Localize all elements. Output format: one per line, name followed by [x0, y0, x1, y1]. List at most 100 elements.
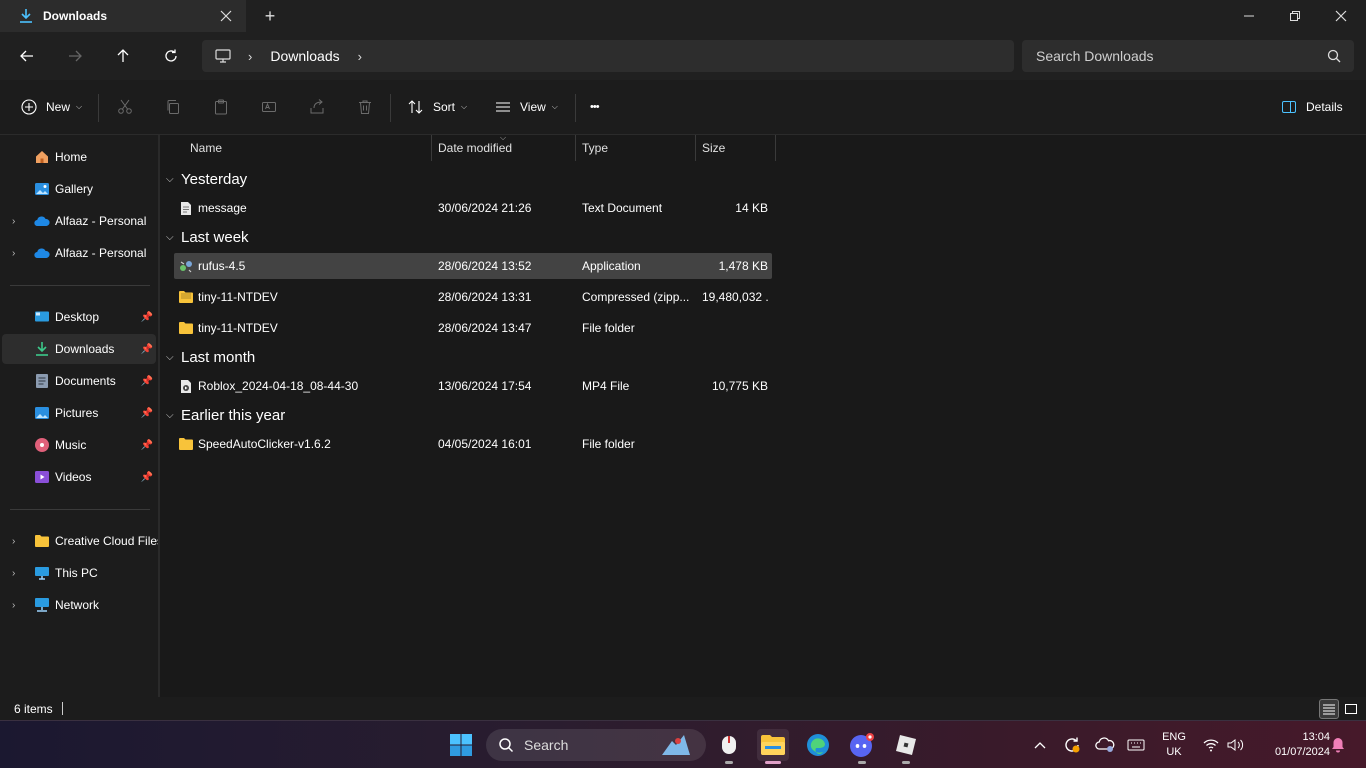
- file-row[interactable]: rufus-4.5 28/06/2024 13:52 Application 1…: [174, 253, 772, 279]
- details-button[interactable]: Details: [1280, 94, 1343, 120]
- file-row[interactable]: Roblox_2024-04-18_08-44-30 13/06/2024 17…: [174, 373, 772, 399]
- breadcrumb-chevron-icon[interactable]: ›: [358, 49, 362, 64]
- tiles-view-button[interactable]: [1341, 699, 1361, 719]
- clock[interactable]: 13:04 01/07/2024: [1254, 730, 1330, 760]
- delete-button[interactable]: [356, 94, 374, 120]
- sidebar-item-downloads[interactable]: Downloads 📌: [2, 334, 156, 364]
- column-divider[interactable]: [575, 135, 576, 161]
- group-header-last-month[interactable]: ⌵ Last month: [160, 343, 255, 371]
- start-button[interactable]: [445, 729, 477, 761]
- view-button[interactable]: View ⌵: [494, 94, 558, 120]
- column-divider[interactable]: [695, 135, 696, 161]
- tab-downloads[interactable]: Downloads: [0, 0, 246, 32]
- taskbar-app-mouse[interactable]: [713, 729, 745, 764]
- paste-button[interactable]: [212, 94, 230, 120]
- chevron-down-icon: ⌵: [166, 351, 174, 363]
- file-row[interactable]: message 30/06/2024 21:26 Text Document 1…: [174, 195, 772, 221]
- column-header-type[interactable]: Type: [582, 135, 608, 161]
- close-window-button[interactable]: [1318, 0, 1364, 32]
- sidebar-item-gallery[interactable]: Gallery: [2, 174, 156, 204]
- speaker-icon: [1227, 739, 1244, 751]
- rufus-app-icon: [178, 258, 194, 274]
- tray-volume-icon[interactable]: [1225, 721, 1247, 768]
- group-header-last-week[interactable]: ⌵ Last week: [160, 223, 249, 251]
- forward-button[interactable]: [63, 44, 87, 68]
- file-row[interactable]: tiny-11-NTDEV 28/06/2024 13:47 File fold…: [174, 315, 772, 341]
- copy-icon: [164, 98, 182, 116]
- pin-icon[interactable]: 📌: [141, 376, 153, 387]
- address-bar[interactable]: › Downloads ›: [202, 40, 1014, 72]
- pin-icon[interactable]: 📌: [141, 344, 153, 355]
- chevron-right-icon[interactable]: ›: [12, 536, 15, 547]
- tray-onedrive-icon[interactable]: [1093, 721, 1117, 768]
- share-button[interactable]: [308, 94, 326, 120]
- minimize-button[interactable]: [1226, 0, 1272, 32]
- file-row[interactable]: SpeedAutoClicker-v1.6.2 04/05/2024 16:01…: [174, 431, 772, 457]
- chevron-right-icon[interactable]: ›: [12, 600, 15, 611]
- sidebar-item-network[interactable]: › Network: [2, 590, 156, 620]
- back-button[interactable]: [15, 44, 39, 68]
- running-indicator: [902, 761, 910, 764]
- details-view-button[interactable]: [1319, 699, 1339, 719]
- title-bar: Downloads +: [0, 0, 1366, 32]
- group-header-earlier-this-year[interactable]: ⌵ Earlier this year: [160, 401, 285, 429]
- file-type: File folder: [582, 437, 635, 451]
- taskbar-app-edge[interactable]: [802, 729, 834, 761]
- copy-button[interactable]: [164, 94, 182, 120]
- taskbar-search-label: Search: [524, 737, 569, 753]
- pin-icon[interactable]: 📌: [141, 408, 153, 419]
- sidebar-item-home[interactable]: Home: [2, 142, 156, 172]
- breadcrumb-chevron-icon[interactable]: ›: [248, 49, 252, 64]
- sidebar-item-creative-cloud[interactable]: › Creative Cloud Files: [2, 526, 159, 556]
- column-divider[interactable]: [431, 135, 432, 161]
- breadcrumb-downloads[interactable]: Downloads: [270, 48, 339, 64]
- column-header-date[interactable]: Date modified: [438, 135, 512, 161]
- chevron-right-icon[interactable]: ›: [12, 568, 15, 579]
- new-button[interactable]: New ⌵: [20, 94, 82, 120]
- tray-wifi-icon[interactable]: [1200, 721, 1222, 768]
- taskbar-search[interactable]: Search: [486, 729, 706, 761]
- pin-icon[interactable]: 📌: [141, 440, 153, 451]
- search-box[interactable]: Search Downloads: [1022, 40, 1354, 72]
- file-row[interactable]: tiny-11-NTDEV 28/06/2024 13:31 Compresse…: [174, 284, 772, 310]
- sidebar-item-videos[interactable]: Videos 📌: [2, 462, 156, 492]
- sidebar-item-onedrive-1[interactable]: › Alfaaz - Personal: [2, 206, 156, 236]
- notifications-button[interactable]: [1328, 721, 1348, 768]
- taskbar-app-roblox[interactable]: [890, 729, 922, 764]
- restore-button[interactable]: [1272, 0, 1318, 32]
- sidebar-item-documents[interactable]: Documents 📌: [2, 366, 156, 396]
- new-tab-button[interactable]: +: [262, 6, 278, 26]
- discord-icon: [850, 733, 874, 757]
- sidebar-item-onedrive-2[interactable]: › Alfaaz - Personal: [2, 238, 156, 268]
- column-header-name[interactable]: Name: [190, 135, 222, 161]
- cut-button[interactable]: [116, 94, 134, 120]
- active-indicator: [765, 761, 781, 764]
- search-input[interactable]: Search Downloads: [1036, 48, 1154, 64]
- show-hidden-icons-button[interactable]: [1030, 721, 1050, 768]
- sort-button[interactable]: Sort ⌵: [407, 94, 467, 120]
- tray-keyboard-icon[interactable]: [1124, 721, 1148, 768]
- chevron-right-icon[interactable]: ›: [12, 248, 15, 259]
- sidebar-item-desktop[interactable]: Desktop 📌: [2, 302, 156, 332]
- taskbar-app-file-explorer[interactable]: [757, 729, 789, 764]
- sidebar-item-this-pc[interactable]: › This PC: [2, 558, 156, 588]
- taskbar-app-discord[interactable]: [846, 729, 878, 764]
- rename-button[interactable]: [260, 94, 278, 120]
- pin-icon[interactable]: 📌: [141, 312, 153, 323]
- tray-sync-icon[interactable]: [1060, 721, 1084, 768]
- file-date: 28/06/2024 13:31: [438, 290, 532, 304]
- refresh-button[interactable]: [159, 44, 183, 68]
- pin-icon[interactable]: 📌: [141, 472, 153, 483]
- close-tab-icon[interactable]: [218, 8, 234, 24]
- up-button[interactable]: [111, 44, 135, 68]
- column-header-size[interactable]: Size: [702, 135, 725, 161]
- language-indicator[interactable]: ENG UK: [1158, 730, 1190, 760]
- group-header-yesterday[interactable]: ⌵ Yesterday: [160, 165, 247, 193]
- sidebar-item-music[interactable]: Music 📌: [2, 430, 156, 460]
- column-divider[interactable]: [775, 135, 776, 161]
- rename-icon: [260, 98, 278, 116]
- chevron-right-icon[interactable]: ›: [12, 216, 15, 227]
- file-date: 13/06/2024 17:54: [438, 379, 532, 393]
- sidebar-item-pictures[interactable]: Pictures 📌: [2, 398, 156, 428]
- more-options-button[interactable]: •••: [590, 94, 600, 120]
